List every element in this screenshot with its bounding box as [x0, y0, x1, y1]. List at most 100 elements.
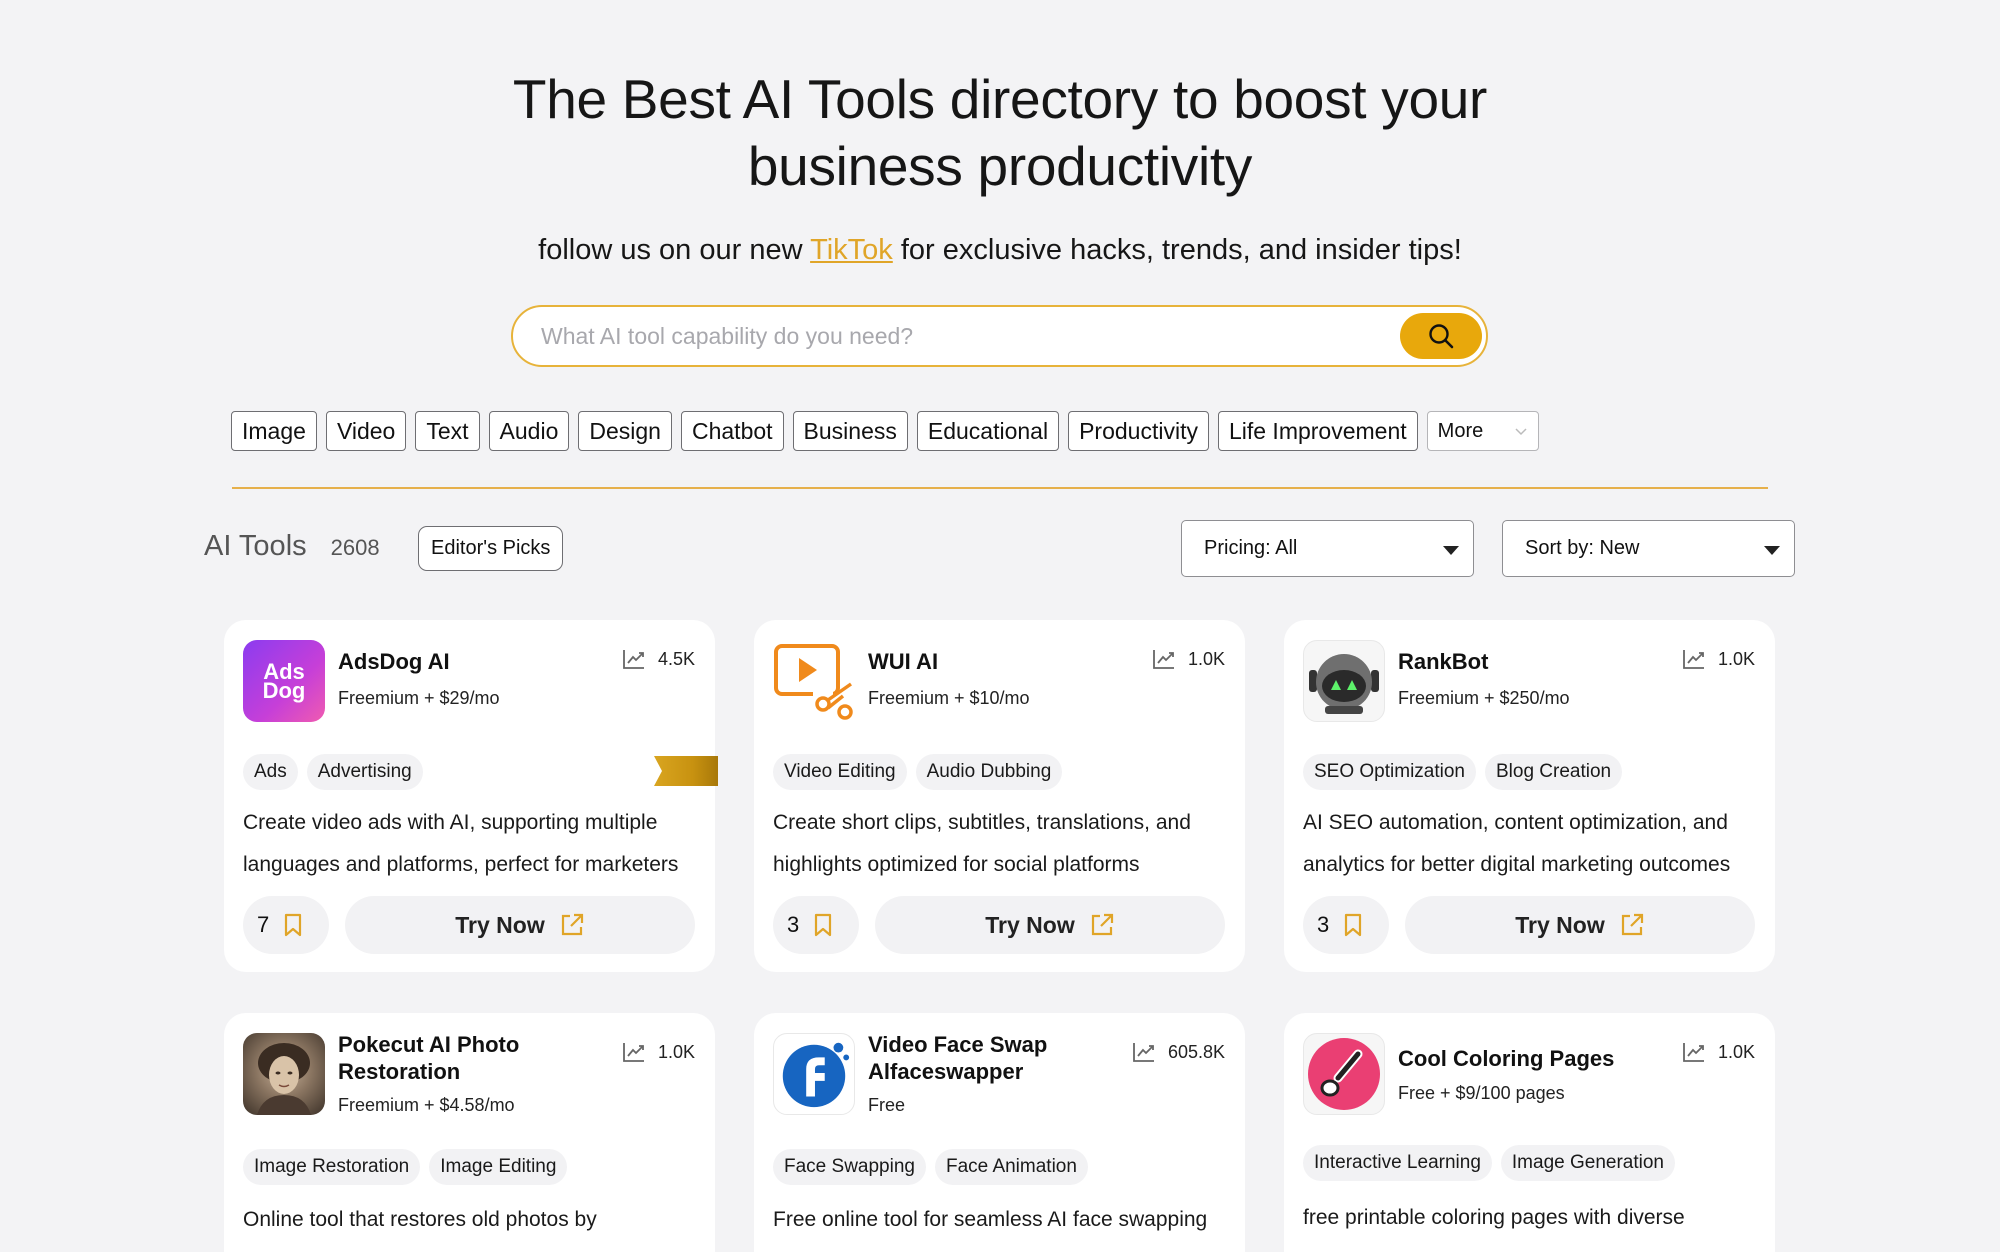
- tools-count: 2608: [330, 535, 380, 560]
- tool-pricing: Freemium + $10/mo: [868, 688, 1030, 708]
- section-divider: [232, 487, 1768, 489]
- tag[interactable]: Image Generation: [1500, 1145, 1675, 1181]
- tag[interactable]: SEO Optimization: [1303, 754, 1476, 790]
- pricing-select[interactable]: Pricing: All: [1181, 520, 1474, 577]
- tag[interactable]: Face Swapping: [773, 1149, 926, 1185]
- tag[interactable]: Video Editing: [773, 754, 907, 790]
- tool-name[interactable]: AdsDog AI: [338, 648, 608, 675]
- logo-text-bottom: Dog: [262, 678, 306, 703]
- tag[interactable]: Image Editing: [429, 1149, 568, 1185]
- tag[interactable]: Audio Dubbing: [915, 754, 1063, 790]
- try-now-button[interactable]: Try Now: [1405, 896, 1755, 954]
- video-scissors-icon: [774, 644, 853, 720]
- trending-chart-icon: [623, 1043, 644, 1062]
- tag-list: Ads Advertising: [243, 754, 423, 790]
- tool-name[interactable]: Video Face Swap Alfaceswapper: [868, 1031, 1138, 1085]
- category-design[interactable]: Design: [578, 411, 672, 451]
- bookmark-count: 3: [787, 912, 800, 937]
- tool-traffic: 1.0K: [1682, 1041, 1755, 1063]
- tools-header: AI Tools 2608: [204, 530, 380, 563]
- tool-pricing: Freemium + $250/mo: [1398, 688, 1570, 708]
- tool-name[interactable]: Cool Coloring Pages: [1398, 1045, 1668, 1072]
- bookmark-button[interactable]: 7: [243, 896, 329, 954]
- tool-name[interactable]: WUI AI: [868, 648, 1138, 675]
- search-bar: [511, 305, 1488, 367]
- page-title-line-1: The Best AI Tools directory to boost you…: [512, 68, 1488, 130]
- tool-name[interactable]: Pokecut AI Photo Restoration: [338, 1031, 608, 1085]
- promo-text-after: for exclusive hacks, trends, and insider…: [900, 234, 1462, 266]
- tag-list: SEO Optimization Blog Creation: [1303, 754, 1623, 790]
- tag[interactable]: Ads: [243, 754, 298, 790]
- trending-chart-icon: [623, 650, 644, 669]
- tool-card-rankbot[interactable]: RankBot Freemium + $250/mo 1.0K SEO Opti…: [1284, 620, 1775, 972]
- tool-card-pokecut[interactable]: Pokecut AI Photo Restoration Freemium + …: [224, 1013, 715, 1252]
- tag[interactable]: Advertising: [306, 754, 423, 790]
- traffic-value: 1.0K: [1187, 648, 1225, 669]
- traffic-value: 1.0K: [1717, 1041, 1755, 1062]
- tiktok-link[interactable]: TikTok: [810, 234, 893, 266]
- tool-card-adsdog[interactable]: Ads Dog AdsDog AI Freemium + $29/mo 4.5K…: [224, 620, 718, 972]
- bookmark-icon: [1345, 913, 1362, 937]
- tool-pricing: Free + $9/100 pages: [1398, 1083, 1565, 1103]
- bookmark-button[interactable]: 3: [1303, 896, 1389, 954]
- category-text[interactable]: Text: [415, 411, 480, 451]
- more-categories-dropdown[interactable]: More: [1426, 411, 1539, 451]
- try-now-label: Try Now: [1515, 911, 1605, 938]
- bookmark-count: 7: [257, 912, 270, 937]
- bookmark-icon: [285, 913, 302, 937]
- category-video[interactable]: Video: [325, 411, 407, 451]
- tag-list: Video Editing Audio Dubbing: [773, 754, 1063, 790]
- category-bar: Image Video Text Audio Design Chatbot Bu…: [231, 411, 1539, 451]
- category-productivity[interactable]: Productivity: [1068, 411, 1209, 451]
- trending-chart-icon: [1133, 1043, 1154, 1062]
- try-now-button[interactable]: Try Now: [345, 896, 695, 954]
- tool-traffic: 605.8K: [1132, 1041, 1225, 1063]
- category-educational[interactable]: Educational: [916, 411, 1060, 451]
- tool-pricing: Freemium + $29/mo: [338, 688, 500, 708]
- try-now-label: Try Now: [985, 911, 1075, 938]
- tool-pricing: Free: [868, 1095, 906, 1115]
- tool-traffic: 1.0K: [1152, 648, 1225, 670]
- sort-select-value: Sort by: New: [1525, 537, 1640, 559]
- tool-name[interactable]: RankBot: [1398, 648, 1668, 675]
- caret-down-icon: [1764, 546, 1780, 555]
- page-title-line-2: business productivity: [747, 135, 1253, 197]
- search-icon: [1429, 324, 1454, 349]
- tag[interactable]: Image Restoration: [243, 1149, 421, 1185]
- tag-list: Image Restoration Image Editing: [243, 1149, 568, 1185]
- bookmark-icon: [815, 913, 832, 937]
- search-input[interactable]: [541, 322, 1361, 350]
- tool-card-wui-ai[interactable]: WUI AI Freemium + $10/mo 1.0K Video Edit…: [754, 620, 1245, 972]
- coloring-pages-logo: [1303, 1033, 1385, 1115]
- tool-description: Create video ads with AI, supporting mul…: [243, 811, 679, 876]
- bookmark-button[interactable]: 3: [773, 896, 859, 954]
- tag[interactable]: Interactive Learning: [1303, 1145, 1492, 1181]
- trending-chart-icon: [1683, 1043, 1704, 1062]
- tag-list: Face Swapping Face Animation: [773, 1149, 1088, 1185]
- wui-ai-logo: [773, 640, 855, 722]
- tool-traffic: 1.0K: [622, 1041, 695, 1063]
- external-link-icon: [1621, 913, 1643, 936]
- category-image[interactable]: Image: [231, 411, 317, 451]
- category-audio[interactable]: Audio: [488, 411, 570, 451]
- editors-picks-button[interactable]: Editor's Picks: [418, 526, 564, 571]
- category-chatbot[interactable]: Chatbot: [680, 411, 784, 451]
- tag[interactable]: Blog Creation: [1485, 754, 1623, 790]
- more-label: More: [1437, 419, 1484, 442]
- tool-card-coloring-pages[interactable]: Cool Coloring Pages Free + $9/100 pages …: [1284, 1013, 1775, 1252]
- tool-card-face-swap[interactable]: Video Face Swap Alfaceswapper Free 605.8…: [754, 1013, 1245, 1252]
- tool-pricing: Freemium + $4.58/mo: [338, 1095, 515, 1115]
- tool-description: Online tool that restores old photos by: [243, 1208, 597, 1231]
- search-button[interactable]: [1400, 313, 1482, 359]
- tool-description: Free online tool for seamless AI face sw…: [773, 1208, 1208, 1231]
- tag[interactable]: Face Animation: [934, 1149, 1088, 1185]
- rankbot-logo: [1303, 640, 1385, 722]
- tool-description: free printable coloring pages with diver…: [1303, 1206, 1685, 1229]
- external-link-icon: [561, 913, 583, 936]
- category-business[interactable]: Business: [792, 411, 908, 451]
- try-now-button[interactable]: Try Now: [875, 896, 1225, 954]
- category-life-improvement[interactable]: Life Improvement: [1217, 411, 1418, 451]
- sort-select[interactable]: Sort by: New: [1502, 520, 1795, 577]
- try-now-label: Try Now: [455, 911, 545, 938]
- traffic-value: 4.5K: [657, 648, 695, 669]
